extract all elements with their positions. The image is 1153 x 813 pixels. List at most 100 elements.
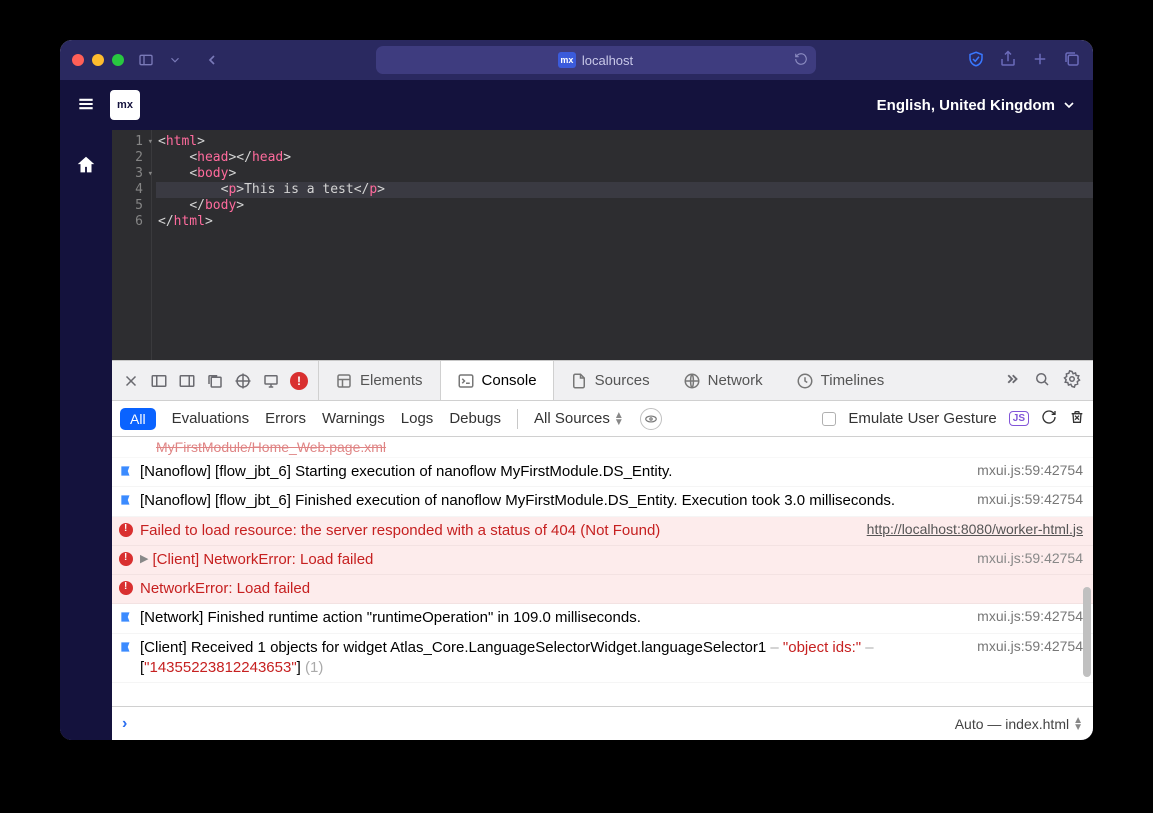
address-bar[interactable]: mx localhost <box>376 46 816 74</box>
source-location[interactable]: mxui.js:59:42754 <box>977 462 1083 478</box>
console-message: [Client] NetworkError: Load failed <box>152 550 965 570</box>
error-icon <box>118 581 134 595</box>
settings-gear-icon[interactable] <box>1063 370 1081 391</box>
console-row[interactable]: ▶ [Client] NetworkError: Load failed mxui.… <box>112 546 1093 575</box>
reload-icon[interactable] <box>794 52 808 69</box>
tabs-overview-icon[interactable] <box>1063 50 1081 71</box>
source-location[interactable]: mxui.js:59:42754 <box>977 638 1083 654</box>
tab-network-label: Network <box>708 372 763 389</box>
mx-logo[interactable]: mx <box>110 90 140 120</box>
sidebar-toggle-icon[interactable] <box>134 48 158 72</box>
tab-timelines[interactable]: Timelines <box>780 361 902 400</box>
language-label: English, United Kingdom <box>877 97 1055 114</box>
code-editor[interactable]: 123456 <html> <head></head> <body> <p>Th… <box>112 130 1093 360</box>
clear-console-icon[interactable] <box>1069 409 1085 429</box>
devtools-tabs: ! Elements Console Sources <box>112 361 1093 401</box>
console-row[interactable]: [Network] Finished runtime action "runti… <box>112 604 1093 633</box>
shield-icon[interactable] <box>967 50 985 71</box>
inspect-icon[interactable] <box>234 372 252 390</box>
console-partial-row: MyFirstModule/Home_Web.page.xml <box>112 437 1093 458</box>
info-icon <box>118 610 134 624</box>
new-tab-icon[interactable] <box>1031 50 1049 71</box>
popout-icon[interactable] <box>206 372 224 390</box>
code-line[interactable]: <body> <box>156 166 1093 182</box>
scrollbar-thumb[interactable] <box>1083 587 1091 677</box>
devtools-controls: ! <box>112 361 319 400</box>
tab-network[interactable]: Network <box>667 361 780 400</box>
tab-elements-label: Elements <box>360 372 423 389</box>
console-row[interactable]: [Client] Received 1 objects for widget A… <box>112 634 1093 684</box>
source-location[interactable]: mxui.js:59:42754 <box>977 608 1083 624</box>
devtools-tabs-right <box>991 361 1093 400</box>
filter-evaluations[interactable]: Evaluations <box>172 410 250 427</box>
filter-debugs[interactable]: Debugs <box>449 410 501 427</box>
filter-warnings[interactable]: Warnings <box>322 410 385 427</box>
devtools-panel: ! Elements Console Sources <box>112 360 1093 740</box>
line-number: 1 <box>112 134 143 150</box>
console-row[interactable]: [Nanoflow] [flow_jbt_6] Starting executi… <box>112 458 1093 487</box>
device-icon[interactable] <box>262 372 280 390</box>
source-location[interactable]: mxui.js:59:42754 <box>977 550 1083 566</box>
more-tabs-icon[interactable] <box>1003 370 1021 391</box>
code-line[interactable]: <p>This is a test</p> <box>156 182 1093 198</box>
zoom-window-button[interactable] <box>112 54 124 66</box>
console-prompt-icon[interactable]: › <box>122 715 127 733</box>
app-header: mx English, United Kingdom <box>60 80 1093 130</box>
tab-console[interactable]: Console <box>440 361 554 400</box>
line-number: 4 <box>112 182 143 198</box>
live-expression-icon[interactable] <box>640 408 662 430</box>
source-link[interactable]: http://localhost:8080/worker-html.js <box>867 521 1083 537</box>
back-button[interactable] <box>200 48 224 72</box>
main: 123456 <html> <head></head> <body> <p>Th… <box>60 130 1093 740</box>
error-icon <box>118 523 134 537</box>
editor-gutter: 123456 <box>112 130 152 360</box>
context-label: Auto — index.html <box>955 716 1069 732</box>
dock-left-icon[interactable] <box>150 372 168 390</box>
dock-right-icon[interactable] <box>178 372 196 390</box>
menu-icon[interactable] <box>76 94 96 117</box>
console-message: [Nanoflow] [flow_jbt_6] Finished executi… <box>140 491 965 511</box>
error-count-badge[interactable]: ! <box>290 372 308 390</box>
tab-elements[interactable]: Elements <box>319 361 440 400</box>
left-rail <box>60 130 112 740</box>
home-icon[interactable] <box>75 154 97 179</box>
emulate-checkbox[interactable] <box>822 412 836 426</box>
tab-sources[interactable]: Sources <box>554 361 667 400</box>
code-line[interactable]: </body> <box>156 198 1093 214</box>
browser-window: mx localhost mx Engli <box>60 40 1093 740</box>
search-icon[interactable] <box>1033 370 1051 391</box>
window-controls <box>72 54 124 66</box>
titlebar: mx localhost <box>60 40 1093 80</box>
line-number: 5 <box>112 198 143 214</box>
share-icon[interactable] <box>999 50 1017 71</box>
console-body[interactable]: MyFirstModule/Home_Web.page.xml [Nanoflo… <box>112 437 1093 706</box>
console-row[interactable]: NetworkError: Load failed <box>112 575 1093 604</box>
minimize-window-button[interactable] <box>92 54 104 66</box>
close-window-button[interactable] <box>72 54 84 66</box>
console-filter-bar: All Evaluations Errors Warnings Logs Deb… <box>112 401 1093 437</box>
filter-errors[interactable]: Errors <box>265 410 306 427</box>
info-icon <box>118 493 134 507</box>
dropdown-chevron-icon[interactable] <box>168 48 182 72</box>
source-location[interactable]: mxui.js:59:42754 <box>977 491 1083 507</box>
console-row[interactable]: [Nanoflow] [flow_jbt_6] Finished executi… <box>112 487 1093 516</box>
site-badge: mx <box>558 52 576 68</box>
close-devtools-icon[interactable] <box>122 372 140 390</box>
code-line[interactable]: <head></head> <box>156 150 1093 166</box>
line-number: 2 <box>112 150 143 166</box>
info-icon <box>118 464 134 478</box>
line-number: 3 <box>112 166 143 182</box>
code-line[interactable]: </html> <box>156 214 1093 230</box>
reload-console-icon[interactable] <box>1041 409 1057 429</box>
console-row[interactable]: Failed to load resource: the server resp… <box>112 517 1093 546</box>
disclosure-triangle-icon[interactable]: ▶ <box>140 552 148 565</box>
sources-select[interactable]: All Sources ▲▼ <box>534 410 624 427</box>
filter-logs[interactable]: Logs <box>401 410 434 427</box>
context-select[interactable]: Auto — index.html ▲▼ <box>955 716 1083 732</box>
editor-code[interactable]: <html> <head></head> <body> <p>This is a… <box>152 130 1093 360</box>
js-badge[interactable]: JS <box>1009 411 1029 426</box>
line-number: 6 <box>112 214 143 230</box>
filter-all[interactable]: All <box>120 408 156 430</box>
code-line[interactable]: <html> <box>156 134 1093 150</box>
language-selector[interactable]: English, United Kingdom <box>877 97 1077 114</box>
